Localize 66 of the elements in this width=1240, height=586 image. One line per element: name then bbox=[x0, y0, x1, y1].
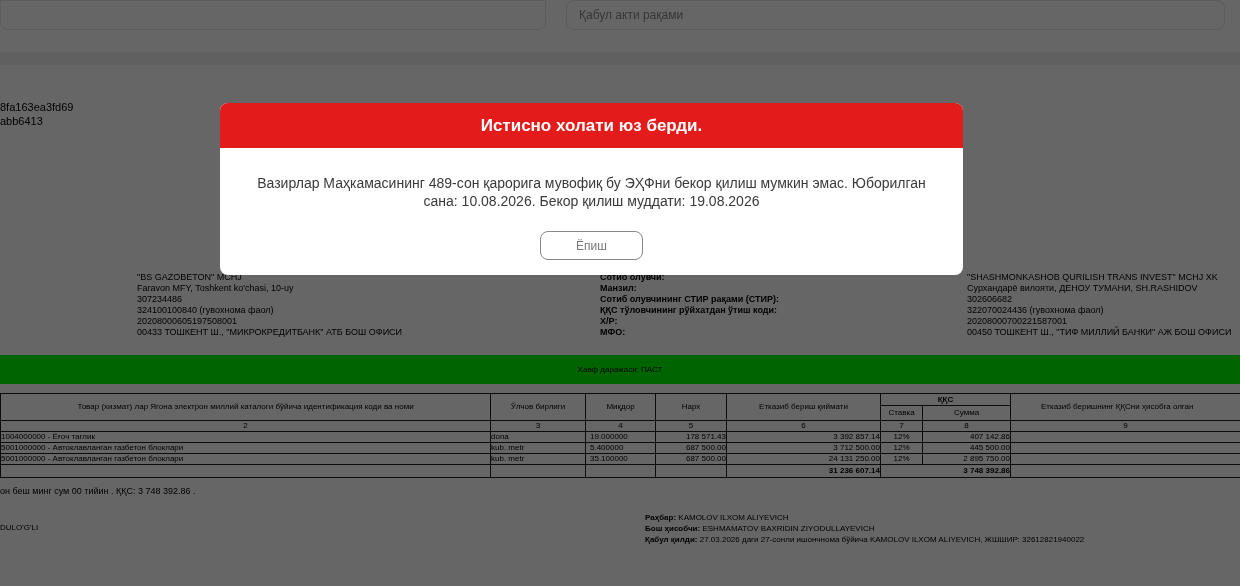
table-cell: 1004000000 - Ёғоч таглик bbox=[0, 431, 491, 443]
table-cell: 178 571.43 bbox=[655, 431, 727, 443]
column-number: 2 bbox=[0, 420, 491, 432]
column-number: 3 bbox=[490, 420, 586, 432]
table-cell: 687 500.00 bbox=[655, 453, 727, 465]
table-cell: 19.000000 bbox=[585, 431, 656, 443]
seller-detail: Faravon MFY, Toshkent ko'chasi, 10-uy bbox=[137, 283, 295, 294]
table-cell: 5.400000 bbox=[585, 442, 656, 454]
header-cell: Етказиб бериш қиймати bbox=[726, 393, 881, 421]
table-cell: kub. metr bbox=[490, 453, 586, 465]
header-cell: ҚҚС bbox=[880, 393, 1011, 406]
dialog-title: Истисно холати юз берди. bbox=[480, 114, 703, 137]
table-cell: 687 500.00 bbox=[655, 442, 727, 454]
signature-line: Бош ҳисобчи: ESHMAMATOV BAXRIDIN ZIYODULLAYEVICH bbox=[645, 523, 876, 534]
table-cell: 5001000000 - Автоклавланган газбетон блоклари bbox=[0, 442, 491, 454]
total-cell: 3 748 392.86 bbox=[880, 464, 1011, 478]
header-cell: Миқдор bbox=[585, 393, 656, 421]
buyer-label: МФО: bbox=[600, 327, 627, 338]
buyer-label: Сотиб олувчининг СТИР рақами (СТИР): bbox=[600, 294, 780, 305]
table-cell: 24 131 250.00 bbox=[726, 453, 881, 465]
table-cell: 12% bbox=[880, 453, 923, 465]
document-id: abb6413 bbox=[0, 114, 43, 128]
column-number: 5 bbox=[655, 420, 727, 432]
table-cell: 3 392 857.14 bbox=[726, 431, 881, 443]
buyer-detail: 20208000700221587001 bbox=[967, 316, 1069, 327]
buyer-detail: 00450 ТОШКЕНТ Ш., "ТИФ МИЛЛИЙ БАНКИ" АЖ БОШ ОФИСИ bbox=[967, 327, 1232, 338]
header-cell: Етказиб беришнинг ҚҚСни ҳисобга олган bbox=[1010, 393, 1240, 421]
table-cell: 2 895 750.00 bbox=[922, 453, 1011, 465]
buyer-detail: "SHASHMONKASHOB QURILISH TRANS INVEST" MCHJ XK bbox=[967, 272, 1219, 283]
buyer-label: ҚҚС тўловчининг рўйхатдан ўтиш коди: bbox=[600, 305, 779, 316]
column-number: 9 bbox=[1010, 420, 1240, 432]
amount-in-words: он беш минг сум 00 тийин . ҚҚС: 3 748 392.86 . bbox=[0, 486, 196, 496]
buyer-detail: 322070024436 (гувохнома фаол) bbox=[967, 305, 1105, 316]
seller-detail: 307234486 bbox=[137, 294, 184, 305]
seller-detail: 20208000605197508001 bbox=[137, 316, 239, 327]
table-cell: dona bbox=[490, 431, 586, 443]
table-cell: 3 712 500.00 bbox=[726, 442, 881, 454]
buyer-detail: 302606682 bbox=[967, 294, 1014, 305]
column-number: 7 bbox=[880, 420, 923, 432]
column-number: 4 bbox=[585, 420, 656, 432]
buyer-detail: Сурхандарё вилояти, ДЕНОУ ТУМАНИ, SH.RASHIDOV bbox=[967, 283, 1199, 294]
seller-detail: 00433 ТОШКЕНТ Ш., "МИКРОКРЕДИТБАНК" АТБ БОШ ОФИСИ bbox=[137, 327, 404, 338]
header-cell: Ўлчов бирлиги bbox=[490, 393, 586, 421]
buyer-label: Манзил: bbox=[600, 283, 638, 294]
table-cell: 12% bbox=[880, 442, 923, 454]
total-cell: 31 236 607.14 bbox=[726, 464, 881, 478]
table-cell: 445 500.00 bbox=[922, 442, 1011, 454]
table-cell: 35.100000 bbox=[585, 453, 656, 465]
risk-banner: Хавф даражаси: ПАСТ bbox=[0, 355, 1240, 384]
column-number: 6 bbox=[726, 420, 881, 432]
table-cell: 407 142.86 bbox=[922, 431, 1011, 443]
column-number: 8 bbox=[922, 420, 1011, 432]
close-button[interactable]: Ёпиш bbox=[540, 231, 643, 260]
table-cell: kub. metr bbox=[490, 442, 586, 454]
header-cell: Товар (хизмат) лар Ягона электрон миллий каталоги бўйича идентификация коди ва номи bbox=[0, 393, 491, 421]
seller-detail: 324100100840 (гувохнома фаол) bbox=[137, 305, 275, 316]
signature-line: Раҳбар: KAMOLOV ILXOM ALIYEVICH bbox=[645, 512, 790, 523]
signer-name: DULO'G'LI bbox=[0, 523, 39, 532]
table-cell: 5001000000 - Автоклавланган газбетон блоклари bbox=[0, 453, 491, 465]
signature-line: Қабул қилди: 27.03.2026 даги 27-сонли ишончнома бўйича KAMOLOV ILXOM ALIYEVICH, ЖШШИР: 32612821940022 bbox=[645, 534, 1085, 545]
header-cell: Ставка bbox=[880, 405, 923, 421]
table-cell: 12% bbox=[880, 431, 923, 443]
document-id: 8fa163ea3fd69 bbox=[0, 100, 74, 114]
dialog-message: Вазирлар Маҳкамасининг 489-сон қарорига мувофиқ бу ЭҲФни бекор қилиш мумкин эмас. Юборилган сана: 10.08.2026. Бекор қилиш муддати: 19.08.2026 bbox=[256, 174, 927, 210]
buyer-label: Х/Р: bbox=[600, 316, 619, 327]
header-cell: Нарх bbox=[655, 393, 727, 421]
